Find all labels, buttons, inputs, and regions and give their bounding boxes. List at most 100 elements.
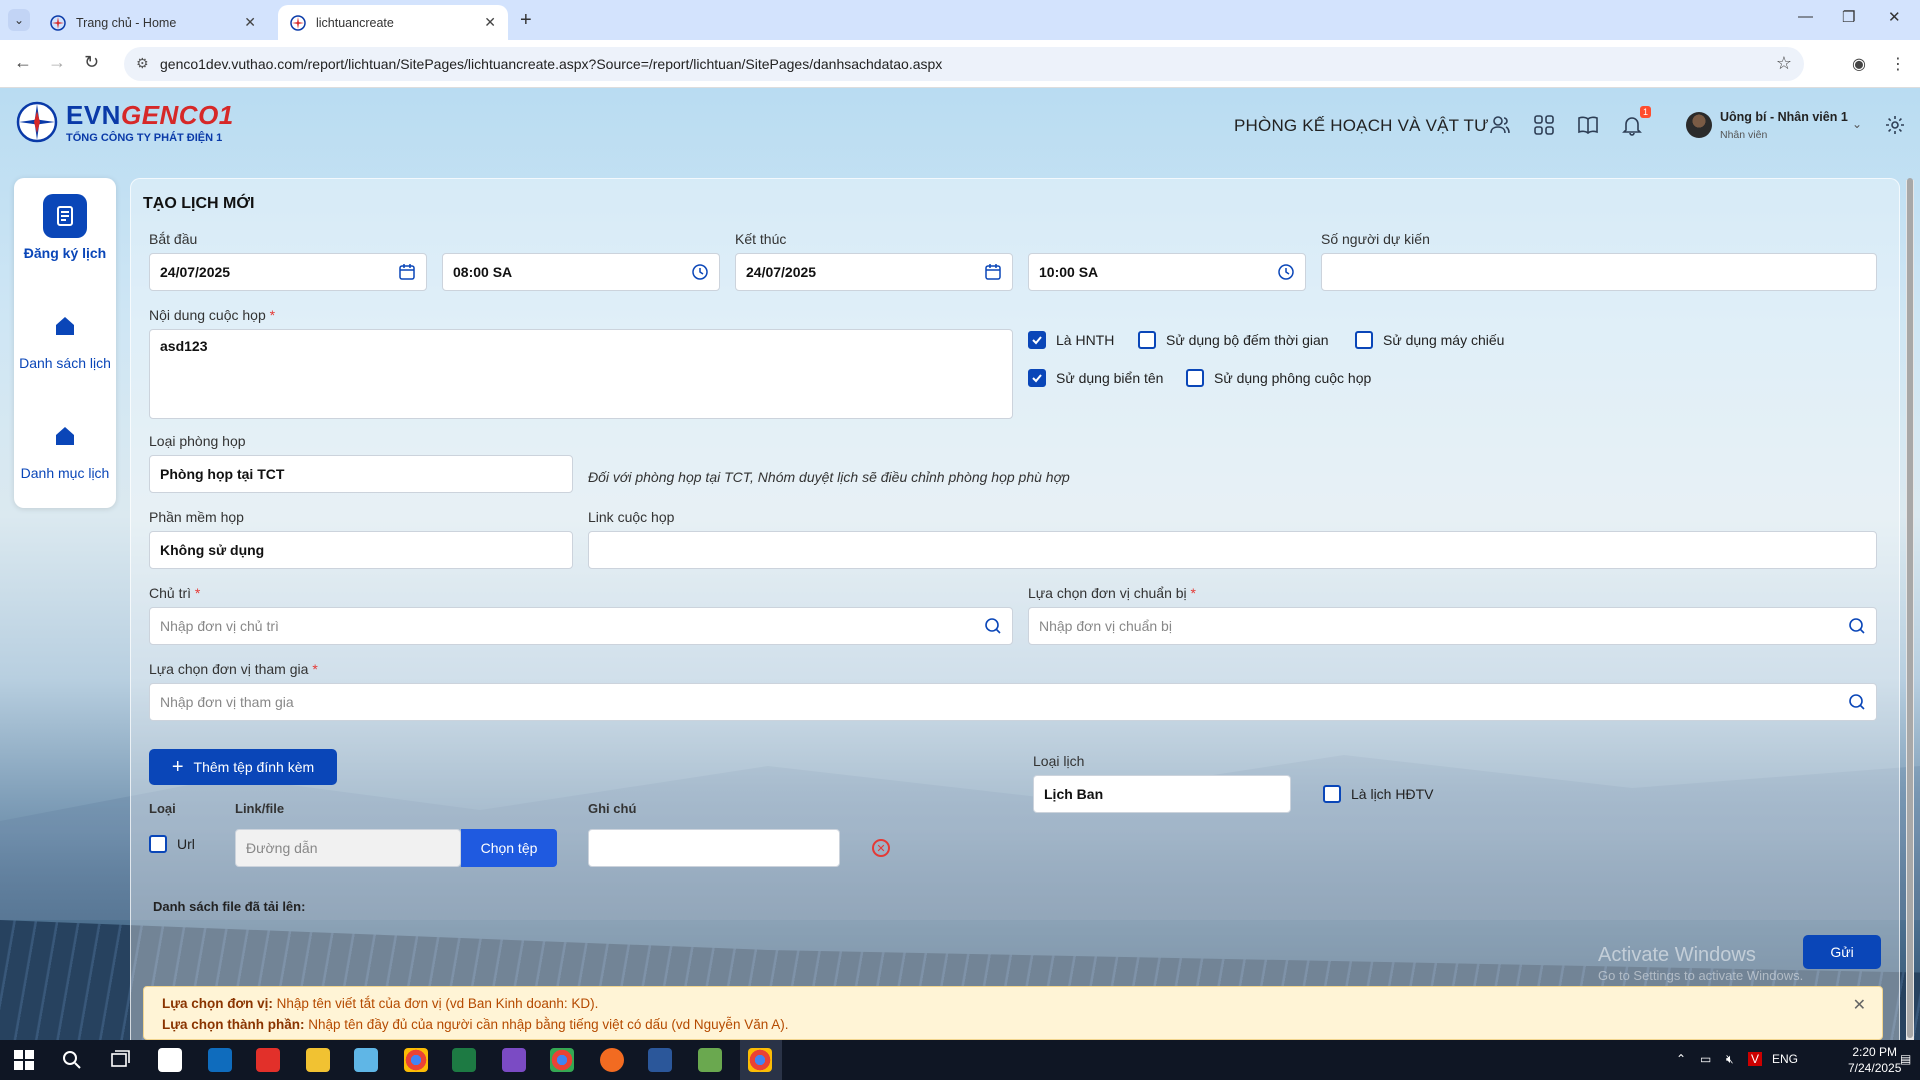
taskbar-clock[interactable]: 2:20 PM 7/24/2025 — [1848, 1044, 1901, 1076]
page-viewport: EVNGENCO1 TỔNG CÔNG TY PHÁT ĐIỆN 1 PHÒNG… — [0, 88, 1920, 1040]
notifications-icon[interactable]: ▤ — [1900, 1052, 1911, 1066]
attachment-note-input[interactable] — [588, 829, 840, 867]
outlook-icon[interactable] — [208, 1048, 232, 1072]
forward-arrow-icon[interactable]: → — [48, 52, 66, 73]
option-label: Sử dụng biển tên — [1056, 370, 1164, 386]
url-field[interactable]: ⚙ genco1dev.vuthao.com/report/lichtuan/S… — [124, 47, 1804, 81]
browser-menu-icon[interactable]: ⋮ — [1890, 54, 1906, 74]
clock-icon[interactable] — [1277, 263, 1295, 281]
excel-icon[interactable] — [452, 1048, 476, 1072]
chrome-profile-icon[interactable] — [550, 1048, 574, 1072]
clock-icon[interactable] — [691, 263, 709, 281]
start-date-input[interactable]: 24/07/2025 — [149, 253, 427, 291]
word-icon[interactable] — [648, 1048, 672, 1072]
back-arrow-icon[interactable]: ← — [14, 52, 32, 73]
calendar-icon[interactable] — [984, 263, 1002, 281]
browser-tab-lichtuancreate[interactable]: lichtuancreate ✕ — [278, 5, 508, 40]
option-nameplate[interactable]: Sử dụng biển tên — [1028, 369, 1163, 387]
checkbox-checked[interactable] — [1028, 331, 1046, 349]
tab-close-icon[interactable]: ✕ — [244, 14, 256, 31]
meeting-link-input[interactable] — [588, 531, 1877, 569]
option-hdtv[interactable]: Là lịch HĐTV — [1323, 785, 1433, 803]
input-language[interactable]: ENG — [1772, 1052, 1798, 1066]
reload-icon[interactable]: ↻ — [84, 52, 99, 73]
task-view-icon[interactable] — [108, 1048, 132, 1072]
remove-attachment-icon[interactable]: ✕ — [872, 839, 890, 857]
volume-muted-icon[interactable]: 🔇︎ — [1726, 1052, 1734, 1067]
end-time-input[interactable]: 10:00 SA — [1028, 253, 1306, 291]
attendees-input[interactable] — [1321, 253, 1877, 291]
search-icon[interactable] — [60, 1048, 84, 1072]
checkbox-unchecked[interactable] — [1186, 369, 1204, 387]
postman-icon[interactable] — [600, 1048, 624, 1072]
home-icon — [43, 414, 87, 458]
room-type-select[interactable]: Phòng họp tại TCT — [149, 455, 573, 493]
hint-close-icon[interactable]: ✕ — [1853, 995, 1866, 1016]
search-icon[interactable] — [1848, 693, 1866, 711]
option-hnth[interactable]: Là HNTH — [1028, 331, 1114, 349]
apps-grid-icon[interactable] — [1533, 114, 1555, 136]
vietkey-icon[interactable]: V — [1748, 1052, 1763, 1066]
sidebar-item-danh-muc-lich[interactable]: Danh mục lịch — [14, 414, 116, 482]
attach-url-checkbox[interactable]: Url — [149, 835, 195, 853]
choose-file-button[interactable]: Chọn tệp — [461, 829, 557, 867]
browser-tab-home[interactable]: Trang chủ - Home ✕ — [38, 5, 268, 40]
add-attachment-button[interactable]: + Thêm tệp đính kèm — [149, 749, 337, 785]
option-projector[interactable]: Sử dụng máy chiếu — [1355, 331, 1504, 349]
visual-studio-icon[interactable] — [502, 1048, 526, 1072]
anydesk-icon[interactable] — [256, 1048, 280, 1072]
sidebar-item-danh-sach-lich[interactable]: Danh sách lịch — [14, 304, 116, 372]
checkbox-unchecked[interactable] — [1323, 785, 1341, 803]
notepad-plus-icon[interactable] — [698, 1048, 722, 1072]
end-date-input[interactable]: 24/07/2025 — [735, 253, 1013, 291]
checkbox-unchecked[interactable] — [1355, 331, 1373, 349]
user-menu-chevron-icon[interactable]: ⌄ — [1852, 117, 1862, 131]
restore-icon[interactable]: ❐ — [1842, 8, 1855, 26]
user-name[interactable]: Uông bí - Nhân viên 1 — [1720, 110, 1848, 124]
hint-member-label: Lựa chọn thành phần: — [162, 1017, 305, 1032]
content-textarea[interactable]: asd123 — [149, 329, 1013, 419]
option-timer[interactable]: Sử dụng bộ đếm thời gian — [1138, 331, 1329, 349]
windows-start-icon[interactable] — [12, 1048, 36, 1072]
search-icon[interactable] — [984, 617, 1002, 635]
checkbox-unchecked[interactable] — [1138, 331, 1156, 349]
checkbox-checked[interactable] — [1028, 369, 1046, 387]
schedule-type-select[interactable]: Lịch Ban — [1033, 775, 1291, 813]
minimize-icon[interactable]: — — [1798, 8, 1813, 25]
users-icon[interactable] — [1489, 114, 1511, 136]
calendar-icon[interactable] — [398, 263, 416, 281]
tab-list-chevron-icon[interactable]: ⌄ — [8, 9, 30, 31]
software-select[interactable]: Không sử dụng — [149, 531, 573, 569]
checkbox-unchecked[interactable] — [149, 835, 167, 853]
file-path-input[interactable]: Đường dẫn — [235, 829, 461, 867]
option-backdrop[interactable]: Sử dụng phông cuộc họp — [1186, 369, 1371, 387]
tray-chevron-icon[interactable]: ⌃ — [1676, 1052, 1686, 1066]
evn-genco1-logo[interactable]: EVNGENCO1 TỔNG CÔNG TY PHÁT ĐIỆN 1 — [16, 100, 234, 144]
submit-button[interactable]: Gửi — [1803, 935, 1881, 969]
bookmark-star-icon[interactable]: ☆ — [1776, 53, 1792, 74]
search-icon[interactable] — [1848, 617, 1866, 635]
settings-gear-icon[interactable] — [1884, 114, 1906, 136]
new-tab-plus-icon[interactable]: + — [520, 9, 532, 32]
sidebar-item-label: Danh mục lịch — [20, 465, 110, 481]
file-explorer-icon[interactable] — [306, 1048, 330, 1072]
notion-icon[interactable] — [158, 1048, 182, 1072]
notification-bell-icon[interactable] — [1621, 114, 1643, 136]
host-search-input[interactable]: Nhập đơn vị chủ trì — [149, 607, 1013, 645]
prep-search-input[interactable]: Nhập đơn vị chuẩn bị — [1028, 607, 1877, 645]
chrome-icon[interactable] — [404, 1048, 428, 1072]
app-header: EVNGENCO1 TỔNG CÔNG TY PHÁT ĐIỆN 1 PHÒNG… — [0, 88, 1920, 166]
window-close-icon[interactable]: ✕ — [1888, 8, 1901, 26]
profile-icon[interactable]: ◉ — [1852, 54, 1866, 74]
user-avatar[interactable] — [1686, 112, 1712, 138]
network-icon[interactable]: ▭ — [1700, 1052, 1711, 1066]
participants-search-input[interactable]: Nhập đơn vị tham gia — [149, 683, 1877, 721]
page-scrollbar-thumb[interactable] — [1907, 178, 1913, 1038]
site-info-icon[interactable]: ⚙ — [136, 55, 149, 72]
tab-close-icon[interactable]: ✕ — [484, 14, 496, 31]
sidebar-item-dang-ky-lich[interactable]: Đăng ký lịch — [14, 194, 116, 262]
network-app-icon[interactable] — [354, 1048, 378, 1072]
book-icon[interactable] — [1577, 114, 1599, 136]
start-time-input[interactable]: 08:00 SA — [442, 253, 720, 291]
chrome-active-icon[interactable] — [748, 1048, 772, 1072]
